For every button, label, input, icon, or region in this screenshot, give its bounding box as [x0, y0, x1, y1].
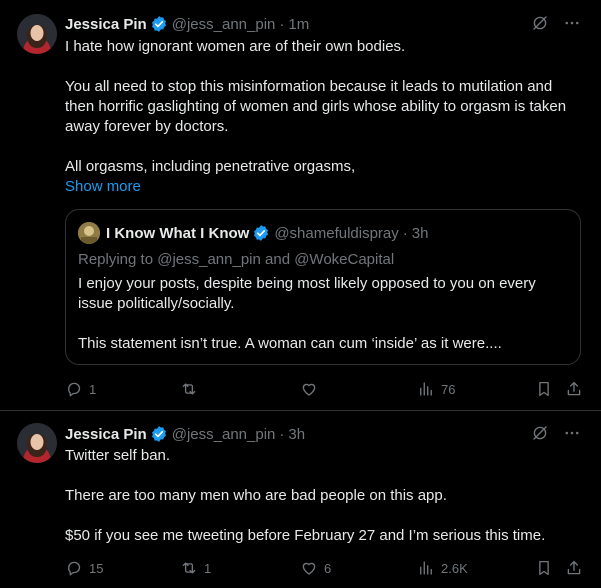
share-icon	[567, 381, 581, 396]
avatar-image	[17, 423, 57, 463]
retweet-count: 1	[204, 560, 212, 576]
timestamp[interactable]: 3h	[288, 426, 305, 443]
show-more-link[interactable]: Show more	[65, 177, 585, 197]
quote-display-name[interactable]: I Know What I Know	[106, 225, 249, 242]
retweet-button[interactable]	[180, 380, 204, 398]
bookmark-icon	[539, 381, 549, 397]
verified-badge-icon	[150, 425, 168, 443]
timestamp[interactable]: 1m	[288, 16, 309, 33]
bookmark-button[interactable]	[535, 559, 553, 577]
share-icon	[567, 560, 581, 575]
tweet-text: Twitter self ban. There are too many men…	[65, 446, 585, 546]
avatar-image	[17, 14, 57, 54]
more-icon[interactable]	[563, 14, 581, 32]
separator: ·	[279, 425, 285, 443]
quote-avatar[interactable]	[78, 222, 100, 244]
quote-header: I Know What I Know @shamefuldispray · 3h	[78, 222, 428, 244]
tweet-1[interactable]: Jessica Pin @jess_ann_pin · 1m I hate ho…	[0, 0, 601, 411]
views-button[interactable]: 2.6K	[417, 559, 468, 577]
retweet-icon	[182, 562, 196, 574]
tweet-top-icons	[531, 14, 581, 32]
tweet-line: I hate how ignorant women are of their o…	[65, 38, 406, 55]
avatar[interactable]	[17, 14, 57, 54]
tweet-text: I hate how ignorant women are of their o…	[65, 37, 585, 197]
reply-icon	[68, 382, 81, 397]
avatar[interactable]	[17, 423, 57, 463]
tweet-header: Jessica Pin @jess_ann_pin · 1m	[65, 14, 309, 34]
handle[interactable]: @jess_ann_pin	[172, 16, 276, 33]
tweet-line: Twitter self ban.	[65, 447, 171, 464]
verified-badge-icon	[150, 15, 168, 33]
grok-icon[interactable]	[531, 14, 549, 32]
views-count: 2.6K	[441, 560, 468, 576]
reply-icon	[68, 561, 81, 576]
quoted-tweet[interactable]: I Know What I Know @shamefuldispray · 3h…	[65, 209, 581, 365]
like-icon	[302, 562, 316, 575]
display-name[interactable]: Jessica Pin	[65, 16, 147, 33]
tweet-paragraph: $50 if you see me tweeting before Februa…	[65, 527, 546, 544]
action-bar: 1 76	[65, 380, 585, 400]
reply-count: 1	[89, 381, 97, 397]
retweet-icon	[182, 383, 196, 395]
views-button[interactable]: 76	[417, 380, 455, 398]
retweet-button[interactable]: 1	[180, 559, 211, 577]
display-name[interactable]: Jessica Pin	[65, 426, 147, 443]
tweet-paragraph: All orgasms, including penetrative orgas…	[65, 158, 356, 175]
replying-to: Replying to @jess_ann_pin and @WokeCapit…	[78, 251, 395, 268]
verified-badge-icon	[252, 224, 270, 242]
share-button[interactable]	[565, 559, 583, 577]
tweet-paragraph: There are too many men who are bad peopl…	[65, 487, 447, 504]
quote-text: I enjoy your posts, despite being most l…	[78, 274, 558, 354]
reply-button[interactable]: 15	[65, 559, 103, 577]
tweet-2[interactable]: Jessica Pin @jess_ann_pin · 3h Twitter s…	[0, 411, 601, 588]
views-count: 76	[441, 381, 456, 397]
reply-count: 15	[89, 560, 104, 576]
tweet-paragraph: You all need to stop this misinformation…	[65, 78, 567, 135]
share-button[interactable]	[565, 380, 583, 398]
tweet-top-icons	[531, 424, 581, 442]
quote-handle[interactable]: @shamefuldispray	[274, 225, 398, 242]
quote-timestamp[interactable]: 3h	[412, 225, 429, 242]
like-button[interactable]	[300, 380, 324, 398]
reply-button[interactable]: 1	[65, 380, 96, 398]
bookmark-button[interactable]	[535, 380, 553, 398]
bookmark-icon	[539, 560, 549, 576]
tweet-header: Jessica Pin @jess_ann_pin · 3h	[65, 424, 305, 444]
separator: ·	[279, 15, 285, 33]
like-icon	[302, 383, 316, 396]
views-icon	[420, 561, 432, 575]
grok-icon[interactable]	[531, 424, 549, 442]
action-bar: 15 1 6 2.6K	[65, 559, 585, 579]
views-icon	[420, 382, 432, 396]
like-count: 6	[324, 560, 332, 576]
handle[interactable]: @jess_ann_pin	[172, 426, 276, 443]
quote-paragraph: I enjoy your posts, despite being most l…	[78, 275, 536, 312]
like-button[interactable]: 6	[300, 559, 331, 577]
separator: ·	[402, 224, 408, 242]
more-icon[interactable]	[563, 424, 581, 442]
quote-paragraph: This statement isn’t true. A woman can c…	[78, 335, 502, 352]
